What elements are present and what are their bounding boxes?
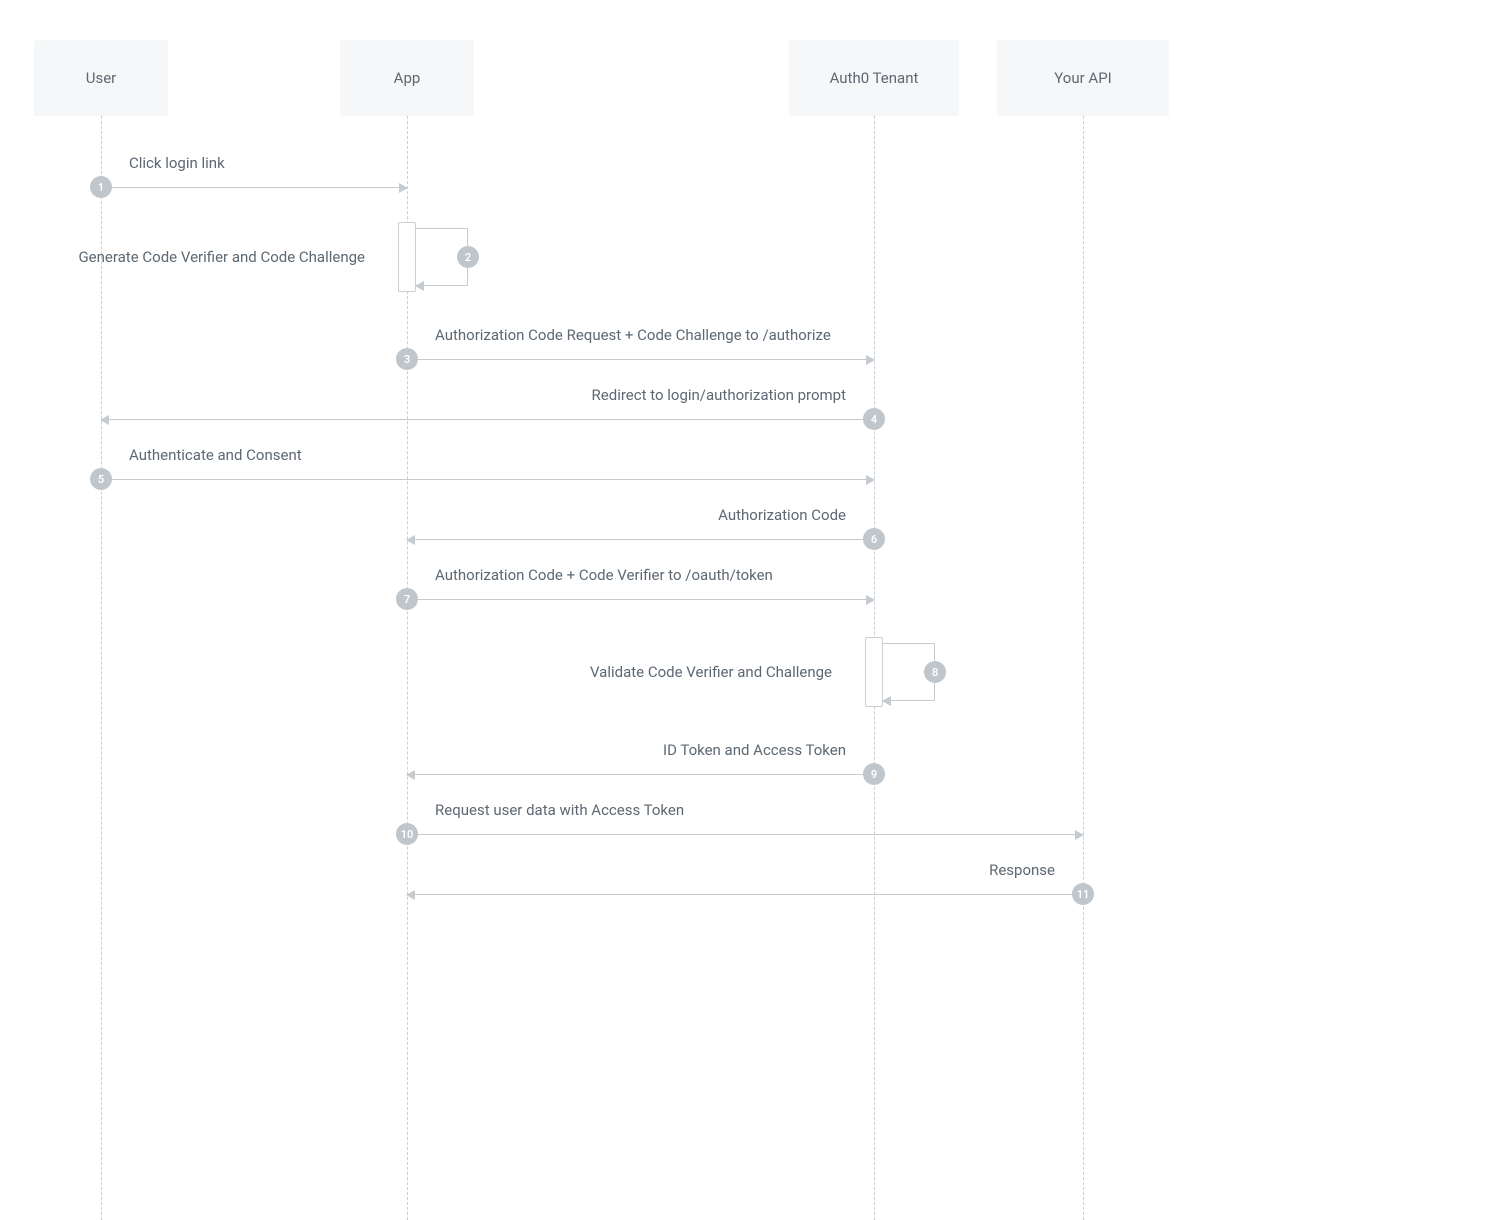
arrow-head-right-icon: [399, 183, 408, 193]
step-label: Validate Code Verifier and Challenge: [590, 663, 832, 681]
step-4: Redirect to login/authorization prompt 4: [101, 370, 874, 430]
step-10: Request user data with Access Token 10: [407, 785, 1083, 845]
step-label: Generate Code Verifier and Code Challeng…: [78, 248, 365, 266]
step-11: Response 11: [407, 845, 1083, 905]
step-3: Authorization Code Request + Code Challe…: [407, 310, 874, 370]
participant-tenant: Auth0 Tenant: [789, 40, 959, 116]
arrow-head-left-icon: [415, 281, 424, 291]
step-badge: 6: [863, 528, 885, 550]
step-badge: 8: [924, 661, 946, 683]
arrow-head-right-icon: [866, 475, 875, 485]
participant-label: App: [394, 69, 421, 87]
participant-label: Auth0 Tenant: [830, 69, 919, 87]
step-9: ID Token and Access Token 9: [407, 725, 874, 785]
arrow-line: [407, 894, 1083, 895]
activation-tenant: [865, 637, 883, 707]
step-badge: 10: [396, 823, 418, 845]
step-label: Response: [989, 861, 1055, 879]
arrow-line: [101, 187, 407, 188]
arrow-head-left-icon: [882, 696, 891, 706]
step-badge: 2: [457, 246, 479, 268]
step-label: Request user data with Access Token: [435, 801, 684, 819]
arrow-line: [101, 479, 874, 480]
arrow-head-left-icon: [406, 770, 415, 780]
step-label: Click login link: [129, 154, 225, 172]
step-badge: 1: [90, 176, 112, 198]
step-7: Authorization Code + Code Verifier to /o…: [407, 550, 874, 610]
participant-app: App: [340, 40, 474, 116]
step-badge: 4: [863, 408, 885, 430]
arrow-head-left-icon: [100, 415, 109, 425]
step-badge: 11: [1072, 883, 1094, 905]
sequence-diagram: User App Auth0 Tenant Your API Click log…: [0, 0, 1500, 1220]
arrow-head-right-icon: [1075, 830, 1084, 840]
arrow-head-right-icon: [866, 355, 875, 365]
arrow-line: [101, 419, 874, 420]
step-label: Authorization Code + Code Verifier to /o…: [435, 566, 773, 584]
step-badge: 7: [396, 588, 418, 610]
arrow-head-left-icon: [406, 535, 415, 545]
step-label: Authorization Code: [718, 506, 846, 524]
step-label: Redirect to login/authorization prompt: [592, 386, 846, 404]
arrow-line: [407, 539, 874, 540]
step-badge: 9: [863, 763, 885, 785]
arrow-head-left-icon: [406, 890, 415, 900]
step-6: Authorization Code 6: [407, 490, 874, 550]
step-5: Authenticate and Consent 5: [101, 430, 874, 490]
participant-label: Your API: [1054, 69, 1112, 87]
step-1: Click login link 1: [101, 138, 407, 198]
lifeline-api: [1083, 116, 1084, 1220]
arrow-line: [407, 774, 874, 775]
participant-api: Your API: [997, 40, 1169, 116]
step-label: Authenticate and Consent: [129, 446, 302, 464]
step-label: ID Token and Access Token: [663, 741, 846, 759]
step-label: Authorization Code Request + Code Challe…: [435, 326, 831, 344]
arrow-head-right-icon: [866, 595, 875, 605]
step-badge: 5: [90, 468, 112, 490]
arrow-line: [407, 834, 1083, 835]
arrow-line: [407, 359, 874, 360]
participant-user: User: [34, 40, 168, 116]
participant-label: User: [86, 69, 117, 87]
activation-app: [398, 222, 416, 292]
step-badge: 3: [396, 348, 418, 370]
lifeline-user: [101, 116, 102, 1220]
arrow-line: [407, 599, 874, 600]
